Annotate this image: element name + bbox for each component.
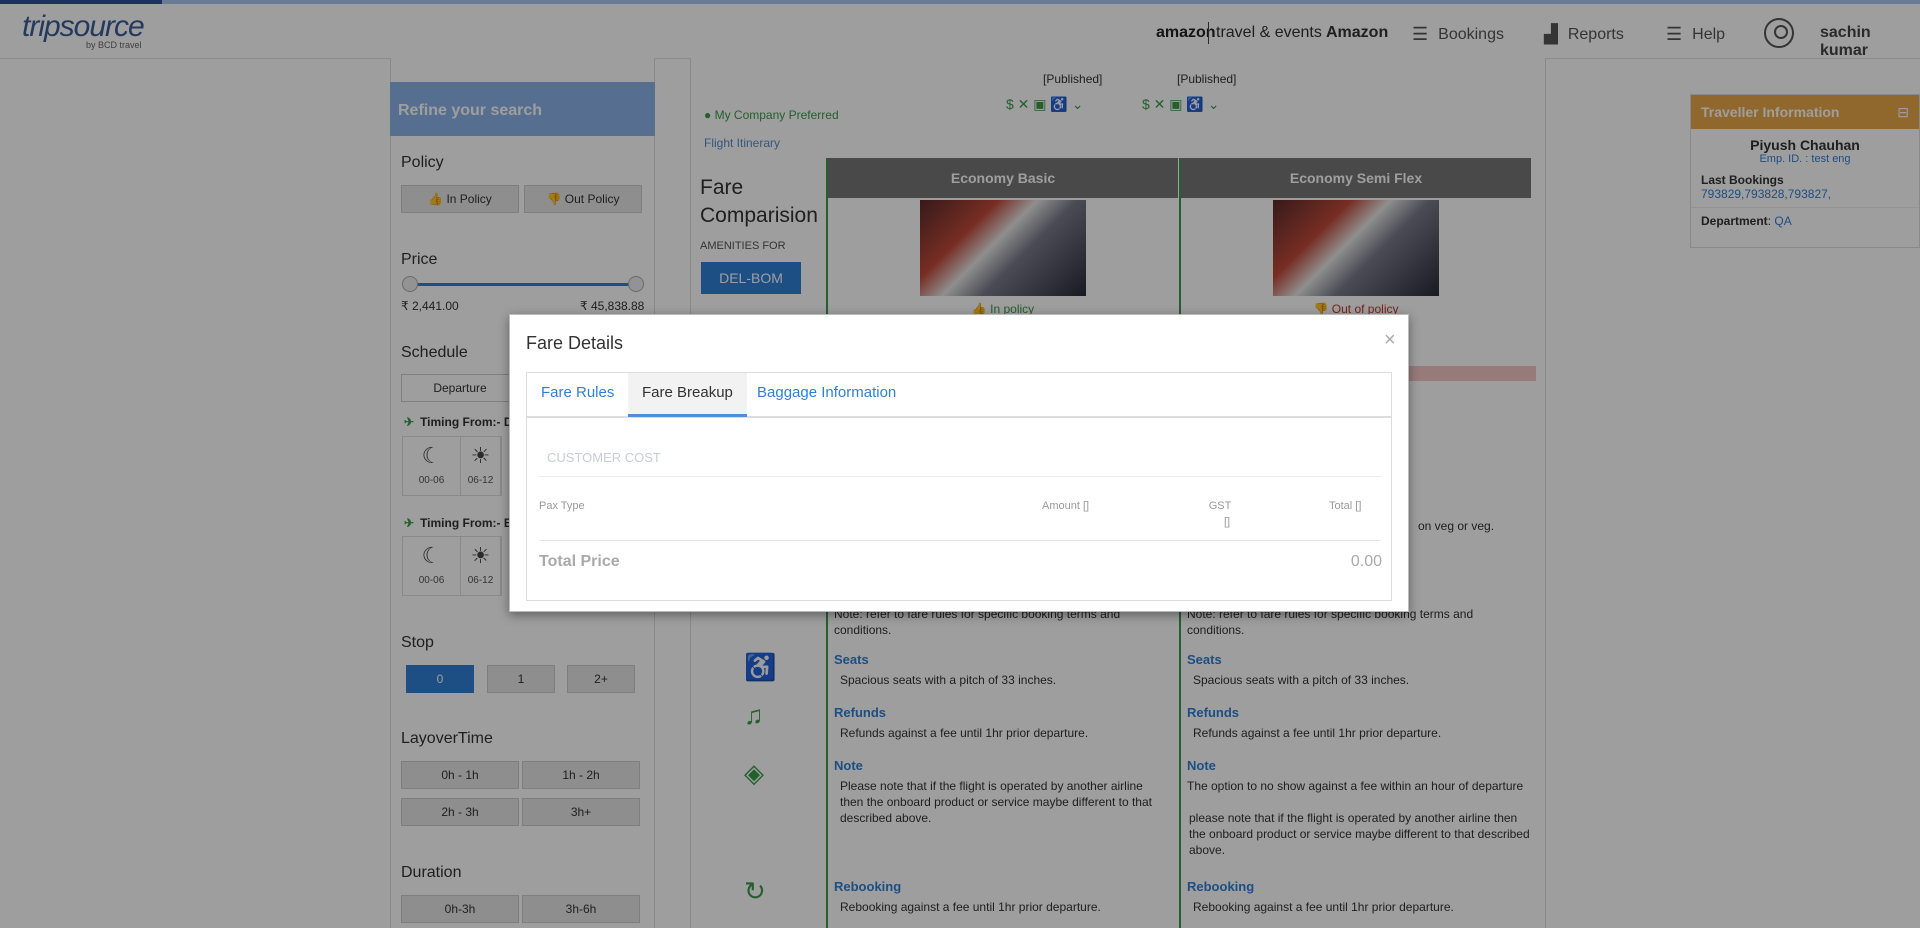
col-pax-type: Pax Type	[539, 500, 585, 512]
close-icon[interactable]: ×	[1384, 329, 1396, 352]
col-gst: GST []	[1206, 500, 1234, 528]
modal-title: Fare Details	[526, 333, 624, 353]
divider	[539, 476, 1381, 477]
fare-details-tabs: Fare Rules Fare Breakup Baggage Informat…	[526, 372, 1392, 418]
col-total: Total []	[1329, 500, 1362, 512]
col-gst-unit: []	[1223, 516, 1231, 528]
tab-fare-breakup[interactable]: Fare Breakup	[628, 373, 747, 417]
col-gst-label: GST	[1208, 500, 1232, 512]
divider	[539, 540, 1381, 541]
fare-breakup-panel: CUSTOMER COST Pax Type Amount [] GST [] T…	[526, 418, 1392, 601]
customer-cost-title: CUSTOMER COST	[547, 450, 661, 465]
fare-details-modal: Fare Details × Fare Rules Fare Breakup B…	[509, 314, 1409, 612]
total-price-value: 0.00	[1350, 553, 1382, 570]
total-price-label: Total Price	[539, 553, 620, 570]
col-amount: Amount []	[1042, 500, 1090, 512]
tab-baggage-information[interactable]: Baggage Information	[743, 373, 910, 417]
tab-fare-rules[interactable]: Fare Rules	[527, 373, 628, 417]
